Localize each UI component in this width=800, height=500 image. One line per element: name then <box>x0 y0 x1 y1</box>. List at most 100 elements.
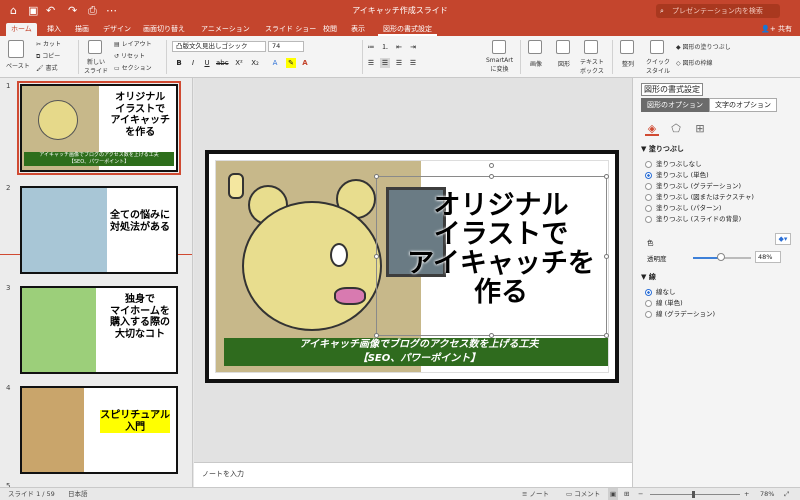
underline-button[interactable]: U <box>202 58 212 68</box>
decrease-indent-icon[interactable]: ⇤ <box>394 42 404 52</box>
tab-home[interactable]: ホーム <box>6 23 37 36</box>
subscript-button[interactable]: X₂ <box>250 58 260 68</box>
share-button[interactable]: 👤+ 共有 <box>761 23 792 36</box>
resize-handle[interactable] <box>604 333 609 338</box>
fill-line-icon[interactable]: ◈ <box>645 122 659 136</box>
justify-icon[interactable]: ☰ <box>408 58 418 68</box>
paste-icon[interactable] <box>8 40 24 58</box>
fill-none-radio[interactable]: 塗りつぶしなし <box>645 160 702 169</box>
shapes-icon[interactable] <box>556 40 570 54</box>
tab-animations[interactable]: アニメーション <box>196 23 255 36</box>
fill-color-button[interactable]: ◆▾ <box>775 233 791 245</box>
fill-picture-radio[interactable]: 塗りつぶし (図またはテクスチャ) <box>645 193 754 202</box>
arrange-icon[interactable] <box>620 40 634 54</box>
resize-handle[interactable] <box>374 254 379 259</box>
paste-label[interactable]: ペースト <box>6 61 30 70</box>
comments-button[interactable]: ▭ コメント <box>566 488 600 500</box>
arrange-label[interactable]: 整列 <box>622 59 634 68</box>
layout-button[interactable]: ▤ レイアウト <box>114 39 152 48</box>
font-color-button[interactable]: A <box>300 58 310 68</box>
slide-subtitle-band[interactable]: アイキャッチ画像でブログのアクセス数を上げる工夫 【SEO、パワーポイント】 <box>224 338 608 366</box>
bullets-icon[interactable]: ≔ <box>366 42 376 52</box>
shape-outline-button[interactable]: ◇ 図形の枠線 <box>676 58 713 67</box>
shapes-label[interactable]: 図形 <box>558 59 570 68</box>
slide-thumbnail-4[interactable]: スピリチュアル 入門 <box>20 386 178 474</box>
fill-background-radio[interactable]: 塗りつぶし (スライドの背景) <box>645 215 741 224</box>
resize-handle[interactable] <box>374 174 379 179</box>
effects-icon[interactable]: ⬠ <box>669 122 683 136</box>
superscript-button[interactable]: X² <box>234 58 244 68</box>
slide-thumbnail-3[interactable]: 独身で マイホームを 購入する際の 大切なコト <box>20 286 178 374</box>
smartart-icon[interactable] <box>492 40 506 54</box>
normal-view-icon[interactable]: ▣ <box>608 488 619 500</box>
transparency-slider-knob[interactable] <box>716 253 725 261</box>
fill-section-header[interactable]: ▼ 塗りつぶし <box>641 144 684 154</box>
quick-styles-label[interactable]: クイック スタイル <box>646 57 670 75</box>
line-gradient-radio[interactable]: 線 (グラデーション) <box>645 310 715 319</box>
resize-handle[interactable] <box>604 254 609 259</box>
resize-handle[interactable] <box>489 174 494 179</box>
picture-label[interactable]: 画像 <box>530 59 542 68</box>
format-painter-button[interactable]: 🖌 書式 <box>36 63 58 72</box>
tab-slideshow[interactable]: スライド ショー <box>260 23 321 36</box>
picture-icon[interactable] <box>528 40 542 54</box>
notes-button[interactable]: ≡ ノート <box>522 488 549 500</box>
tab-insert[interactable]: 挿入 <box>42 23 66 36</box>
tab-view[interactable]: 表示 <box>346 23 370 36</box>
sorter-view-icon[interactable]: ⊞ <box>624 488 629 500</box>
text-effects-button[interactable]: A <box>270 58 280 68</box>
font-size-select[interactable]: 74 <box>268 41 304 52</box>
rotate-handle[interactable] <box>489 163 494 168</box>
strikethrough-button[interactable]: abc <box>216 58 229 68</box>
resize-handle[interactable] <box>374 333 379 338</box>
notes-input[interactable]: ノートを入力 <box>194 462 632 487</box>
zoom-slider-knob[interactable] <box>692 491 695 498</box>
fit-slide-icon[interactable]: ⤢ <box>784 488 789 500</box>
tab-shape-format[interactable]: 図形の書式設定 <box>378 23 437 36</box>
tab-text-options[interactable]: 文字のオプション <box>709 98 777 112</box>
line-solid-radio[interactable]: 線 (単色) <box>645 299 683 308</box>
numbering-icon[interactable]: ⒈ <box>380 42 390 52</box>
new-slide-label[interactable]: 新しい スライド <box>84 57 108 75</box>
transparency-input[interactable]: 48% <box>755 251 781 263</box>
align-left-icon[interactable]: ☰ <box>366 58 376 68</box>
cut-button[interactable]: ✂ カット <box>36 39 61 48</box>
slide-thumbnail-1[interactable]: オリジナル イラストで アイキャッチ を作る アイキャッチ画像でブログのアクセス… <box>17 81 181 175</box>
zoom-slider[interactable] <box>650 494 740 495</box>
tab-transitions[interactable]: 画面切り替え <box>138 23 190 36</box>
bold-button[interactable]: B <box>174 58 184 68</box>
section-button[interactable]: ▭ セクション <box>114 63 152 72</box>
copy-button[interactable]: ⧉ コピー <box>36 51 60 61</box>
align-center-icon[interactable]: ☰ <box>380 58 390 68</box>
resize-handle[interactable] <box>489 333 494 338</box>
textbox-icon[interactable] <box>584 40 598 54</box>
reset-button[interactable]: ↺ リセット <box>114 51 145 60</box>
line-none-radio[interactable]: 線なし <box>645 288 676 297</box>
language-indicator[interactable]: 日本語 <box>68 488 88 500</box>
resize-handle[interactable] <box>604 174 609 179</box>
search-input[interactable]: ⌕ プレゼンテーション内を検索 <box>656 4 780 18</box>
textbox-label[interactable]: テキスト ボックス <box>580 57 604 75</box>
highlight-button[interactable]: ✎ <box>286 58 296 68</box>
zoom-in-icon[interactable]: + <box>744 488 749 500</box>
tab-design[interactable]: デザイン <box>98 23 136 36</box>
smartart-label[interactable]: SmartArt に変換 <box>486 57 513 73</box>
line-section-header[interactable]: ▼ 線 <box>641 272 656 282</box>
fill-pattern-radio[interactable]: 塗りつぶし (パターン) <box>645 204 721 213</box>
italic-button[interactable]: I <box>188 58 198 68</box>
zoom-out-icon[interactable]: − <box>638 488 643 500</box>
align-right-icon[interactable]: ☰ <box>394 58 404 68</box>
tab-shape-options[interactable]: 図形のオプション <box>641 98 709 112</box>
font-name-select[interactable]: 凸版文久見出しゴシック <box>172 41 266 52</box>
increase-indent-icon[interactable]: ⇥ <box>408 42 418 52</box>
fill-gradient-radio[interactable]: 塗りつぶし (グラデーション) <box>645 182 741 191</box>
quick-styles-icon[interactable] <box>650 40 664 54</box>
new-slide-icon[interactable] <box>88 40 102 54</box>
fill-solid-radio[interactable]: 塗りつぶし (単色) <box>645 171 709 180</box>
shape-fill-button[interactable]: ◆ 図形の塗りつぶし <box>676 42 731 51</box>
slide-thumbnail-2[interactable]: 全ての悩みに 対処法がある <box>20 186 178 274</box>
tab-review[interactable]: 校閲 <box>318 23 342 36</box>
zoom-level[interactable]: 78% <box>760 488 774 500</box>
selection-box[interactable] <box>374 163 609 338</box>
tab-draw[interactable]: 描画 <box>70 23 94 36</box>
